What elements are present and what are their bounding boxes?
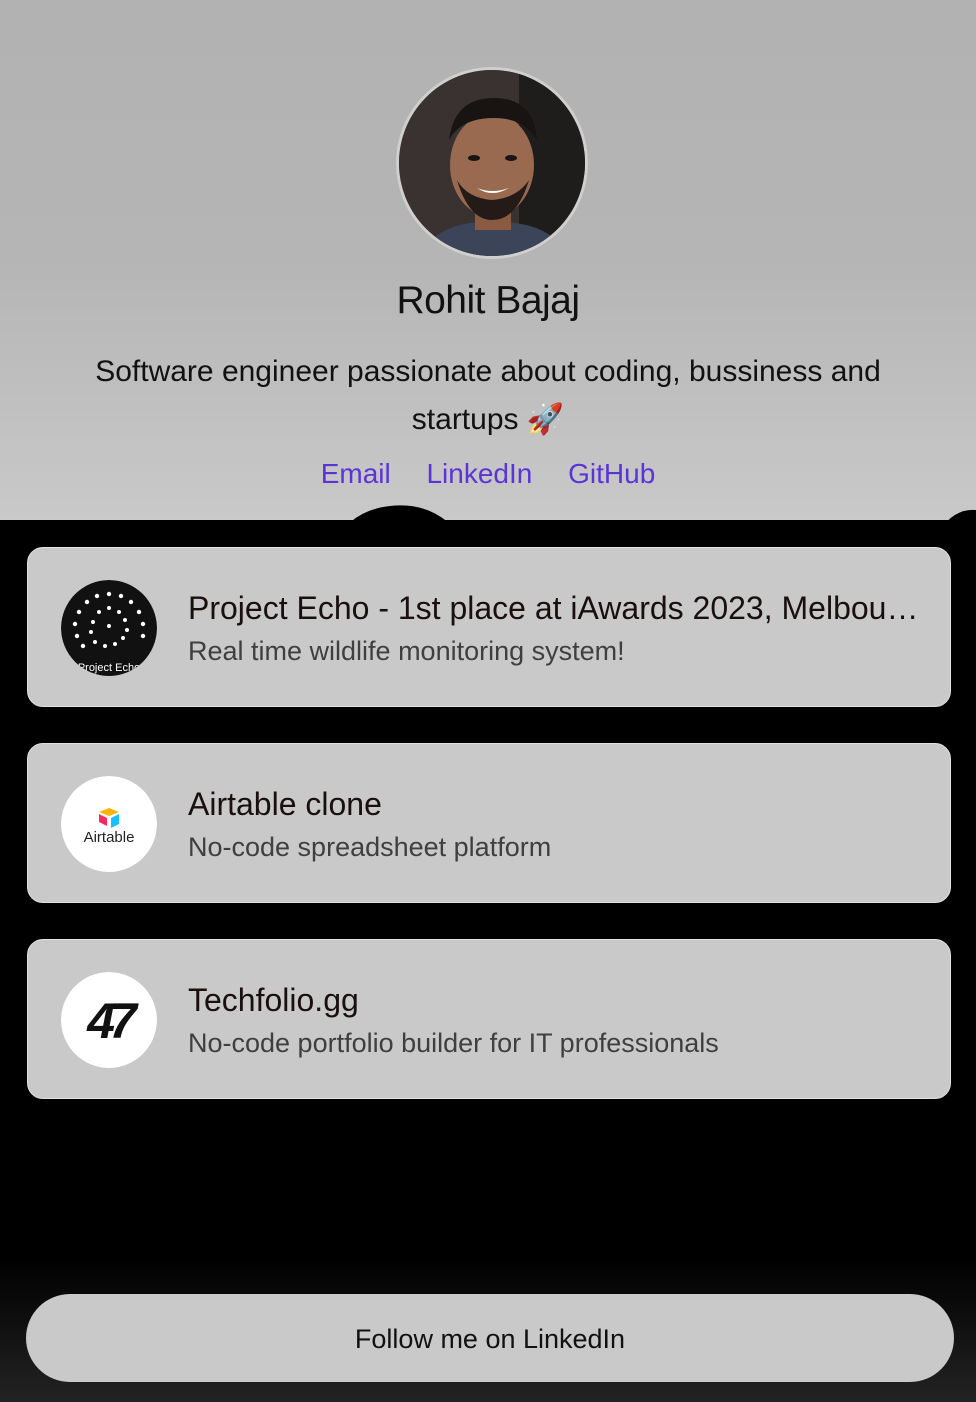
project-description: No-code spreadsheet platform xyxy=(188,832,552,862)
project-description: Real time wildlife monitoring system! xyxy=(188,636,625,666)
project-title: Airtable clone xyxy=(188,786,382,822)
airtable-logo: Airtable xyxy=(61,776,157,872)
profile-avatar xyxy=(396,67,588,259)
project-description: No-code portfolio builder for IT profess… xyxy=(188,1028,719,1058)
follow-linkedin-button[interactable]: Follow me on LinkedIn xyxy=(26,1294,954,1382)
social-links: Email LinkedIn GitHub xyxy=(0,458,976,490)
email-link[interactable]: Email xyxy=(321,458,391,489)
project-card-airtable[interactable]: Airtable Airtable clone No-code spreadsh… xyxy=(27,743,951,903)
project-title: Project Echo - 1st place at iAwards 2023… xyxy=(188,590,928,626)
project-echo-logo: Project Echo xyxy=(61,580,157,676)
linkedin-link[interactable]: LinkedIn xyxy=(426,458,532,489)
svg-text:Project Echo: Project Echo xyxy=(78,662,140,674)
profile-name: Rohit Bajaj xyxy=(396,279,580,322)
profile-bio: Software engineer passionate about codin… xyxy=(95,355,881,436)
svg-text:Airtable: Airtable xyxy=(84,829,135,846)
project-title: Techfolio.gg xyxy=(188,982,359,1018)
github-link[interactable]: GitHub xyxy=(568,458,655,489)
project-card-echo[interactable]: Project Echo Project Echo - 1st place at… xyxy=(27,547,951,707)
project-card-techfolio[interactable]: 47 Techfolio.gg No-code portfolio builde… xyxy=(27,939,951,1099)
techfolio-logo: 47 xyxy=(61,972,157,1068)
